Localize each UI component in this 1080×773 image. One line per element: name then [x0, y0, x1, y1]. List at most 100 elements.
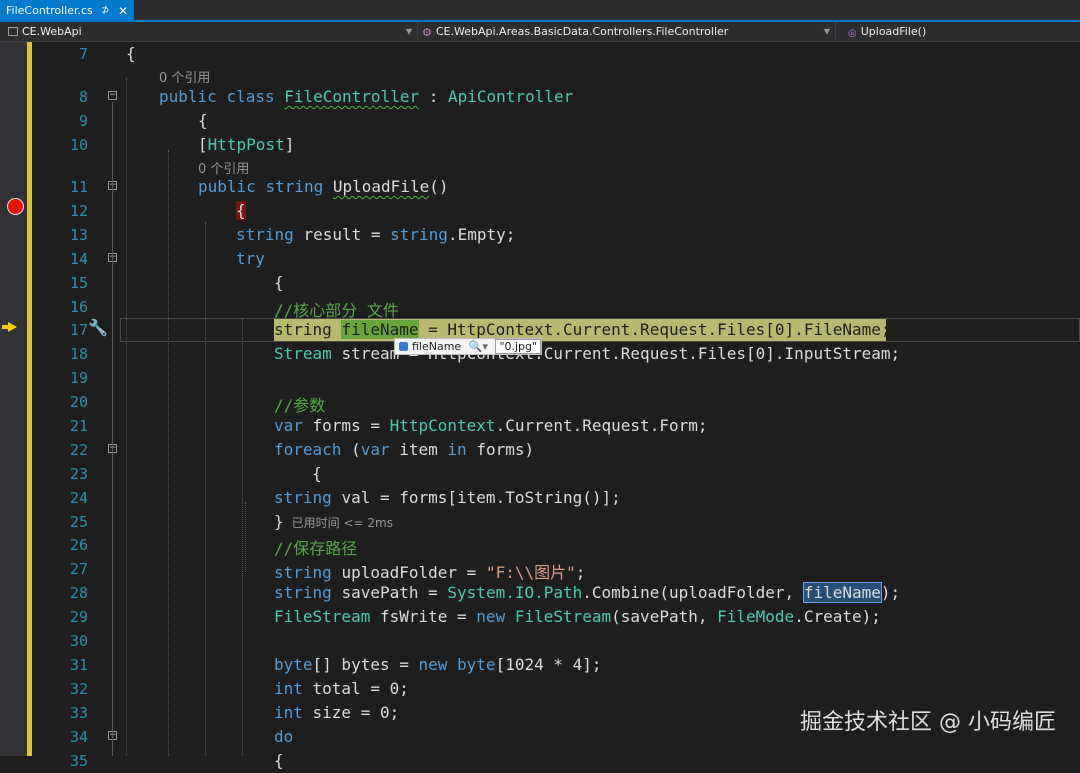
- code-line[interactable]: 26 //保存路径: [0, 533, 1080, 558]
- member-dropdown[interactable]: ◎ UploadFile(): [836, 22, 1080, 41]
- code-line[interactable]: 32 int total = 0;: [0, 677, 1080, 701]
- code-line[interactable]: 10 [HttpPost]: [0, 133, 1080, 157]
- line-number: 14: [69, 250, 88, 268]
- line-number: 31: [69, 656, 88, 674]
- perf-tip[interactable]: 已用时间 <= 2ms: [292, 516, 393, 530]
- datatip-name: fileName: [412, 340, 462, 353]
- line-number: 28: [69, 584, 88, 602]
- outline-line: [112, 102, 113, 756]
- code-text: [HttpPost]: [198, 135, 295, 154]
- code-text: {: [274, 751, 284, 770]
- line-number: 16: [69, 298, 88, 316]
- code-text: {: [198, 111, 208, 130]
- code-text: {: [274, 273, 284, 292]
- code-line[interactable]: 31 byte[] bytes = new byte[1024 * 4];: [0, 653, 1080, 677]
- code-text: string uploadFolder = "F:\\图片";: [274, 563, 586, 582]
- code-text: public class FileController : ApiControl…: [159, 87, 574, 106]
- line-number: 24: [69, 489, 88, 507]
- code-line[interactable]: 13 string result = string.Empty;: [0, 223, 1080, 247]
- code-text: //参数: [274, 396, 326, 415]
- line-number: 9: [78, 112, 88, 130]
- code-line[interactable]: 9{: [0, 109, 1080, 133]
- code-line[interactable]: 21 var forms = HttpContext.Current.Reques…: [0, 414, 1080, 438]
- code-line[interactable]: 16//核心部分 文件: [0, 295, 1080, 320]
- watermark: 掘金技术社区 @ 小码编匠: [800, 710, 1056, 735]
- code-line[interactable]: 11− public string UploadFile(): [0, 175, 1080, 199]
- line-number: 35: [69, 752, 88, 770]
- line-number: 27: [69, 560, 88, 578]
- indent-guide: [245, 502, 246, 572]
- code-line[interactable]: 22− foreach (var item in forms): [0, 438, 1080, 462]
- tab-title: FileController.cs: [6, 4, 93, 17]
- collapse-icon[interactable]: −: [108, 91, 117, 100]
- method-icon: ◎: [848, 28, 857, 39]
- close-icon[interactable]: ✕: [118, 0, 128, 22]
- document-tab-strip: FileController.cs ⊅ ✕: [0, 0, 1080, 22]
- class-icon: ⚙: [422, 26, 432, 39]
- code-line[interactable]: 15 {: [0, 271, 1080, 295]
- code-line[interactable]: 20 //参数: [0, 390, 1080, 415]
- code-line[interactable]: 8 − public class FileController : ApiContr…: [0, 85, 1080, 109]
- line-number: 12: [69, 202, 88, 220]
- project-dropdown[interactable]: CE.WebApi ▼: [0, 22, 418, 41]
- chevron-down-icon: ▼: [405, 27, 412, 36]
- code-line[interactable]: 14− try: [0, 247, 1080, 271]
- code-line[interactable]: 24 string val = forms[item.ToString()];: [0, 486, 1080, 510]
- code-text: FileStream fsWrite = new FileStream(save…: [274, 607, 881, 626]
- code-text: {: [312, 464, 322, 483]
- code-text: } 已用时间 <= 2ms: [274, 512, 393, 531]
- chevron-down-icon: ▼: [823, 27, 830, 36]
- line-number: 32: [69, 680, 88, 698]
- line-number: 17: [69, 321, 88, 339]
- code-text: {: [126, 44, 136, 63]
- code-text: var forms = HttpContext.Current.Request.…: [274, 416, 708, 435]
- indent-guide: [205, 222, 206, 756]
- navigation-bar: CE.WebApi ▼ ⚙ CE.WebApi.Areas.BasicData.C…: [0, 22, 1080, 42]
- code-line[interactable]: 25} 已用时间 <= 2ms: [0, 510, 1080, 534]
- tab-filecontroller[interactable]: FileController.cs ⊅ ✕: [0, 0, 134, 22]
- type-label: CE.WebApi.Areas.BasicData.Controllers.Fi…: [435, 25, 729, 38]
- code-line[interactable]: 35 {: [0, 749, 1080, 773]
- type-dropdown[interactable]: ⚙ CE.WebApi.Areas.BasicData.Controllers.F…: [418, 22, 836, 41]
- line-number: 29: [69, 608, 88, 626]
- code-text: public string UploadFile(): [198, 177, 449, 196]
- data-tip[interactable]: fileName 🔍▾ "0.jpg": [394, 338, 543, 355]
- code-line[interactable]: 28 string savePath = System.IO.Path.Combi…: [0, 581, 1080, 605]
- code-line[interactable]: 27 string uploadFolder = "F:\\图片";: [0, 557, 1080, 582]
- line-number: 22: [69, 441, 88, 459]
- code-text: {: [236, 201, 246, 220]
- code-text: foreach (var item in forms): [274, 440, 535, 459]
- line-number: 13: [69, 226, 88, 244]
- code-text: try: [236, 249, 265, 268]
- code-line[interactable]: 29 FileStream fsWrite = new FileStream(sa…: [0, 605, 1080, 629]
- line-number: 30: [69, 632, 88, 650]
- magnifier-icon[interactable]: 🔍▾: [469, 340, 488, 353]
- line-number: 10: [69, 136, 88, 154]
- code-line[interactable]: 7{: [0, 42, 1080, 66]
- code-line[interactable]: 12 {: [0, 199, 1080, 223]
- code-editor[interactable]: 🔧 7{0 个引用 8− public class FileController :…: [0, 42, 1080, 770]
- line-number: 18: [69, 345, 88, 363]
- line-number: 26: [69, 536, 88, 554]
- line-number: 8: [78, 88, 88, 106]
- code-text: //保存路径: [274, 539, 358, 558]
- code-text: string savePath = System.IO.Path.Combine…: [274, 582, 901, 603]
- line-number: 19: [69, 369, 88, 387]
- indent-guide: [168, 150, 169, 756]
- line-number: 23: [69, 465, 88, 483]
- line-number: 7: [78, 45, 88, 63]
- code-text: string val = forms[item.ToString()];: [274, 488, 621, 507]
- line-number: 34: [69, 728, 88, 746]
- project-label: CE.WebApi: [22, 25, 82, 38]
- code-text: int size = 0;: [274, 703, 400, 722]
- line-number: 33: [69, 704, 88, 722]
- variable-icon: [399, 342, 408, 351]
- code-line[interactable]: 23 {: [0, 462, 1080, 486]
- datatip-value[interactable]: "0.jpg": [495, 339, 542, 354]
- pin-icon[interactable]: ⊅: [101, 0, 109, 22]
- code-text: string fileName = HttpContext.Current.Re…: [274, 320, 891, 339]
- code-line[interactable]: 19: [0, 366, 1080, 390]
- member-label: UploadFile(): [860, 25, 927, 38]
- code-line[interactable]: 30: [0, 629, 1080, 653]
- codelens-references[interactable]: 0 个引用: [159, 67, 210, 86]
